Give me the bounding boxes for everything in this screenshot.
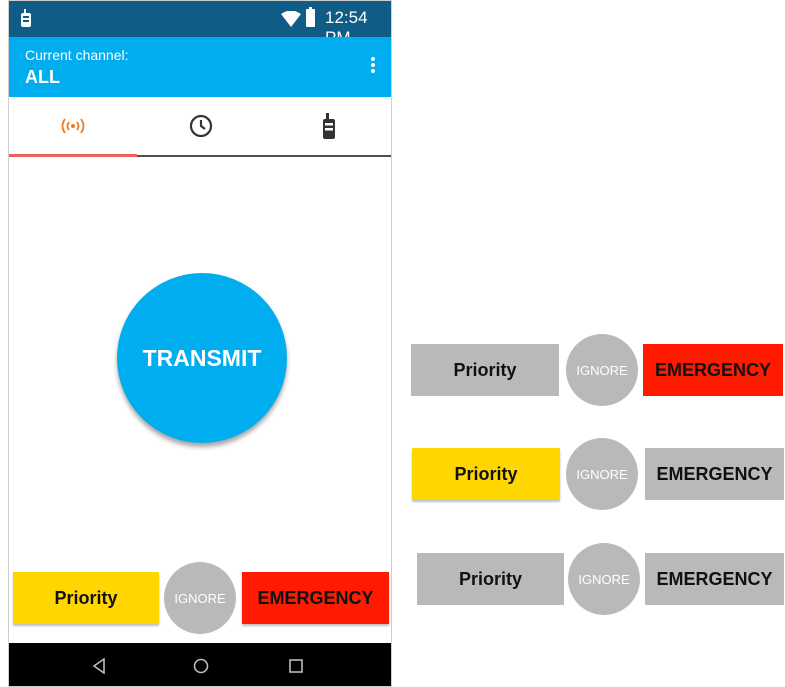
radio-device-icon: [21, 9, 31, 27]
nav-recents-button[interactable]: [266, 643, 326, 686]
tab-broadcast[interactable]: [9, 97, 137, 157]
more-vert-icon[interactable]: [369, 55, 377, 79]
ignore-button[interactable]: IGNORE: [568, 543, 640, 615]
broadcast-icon: [61, 118, 85, 134]
emergency-button[interactable]: EMERGENCY: [645, 448, 784, 500]
emergency-button[interactable]: EMERGENCY: [645, 553, 784, 605]
priority-button[interactable]: Priority: [417, 553, 564, 605]
tab-bar: [9, 97, 391, 157]
current-channel-value: ALL: [25, 67, 60, 87]
battery-icon: [306, 7, 315, 27]
back-icon: [92, 657, 105, 674]
home-icon: [193, 658, 209, 673]
priority-button[interactable]: Priority: [411, 344, 559, 396]
transmit-button[interactable]: TRANSMIT: [117, 273, 287, 443]
phone-screen: 12:54 PM Current channel: ALL: [8, 0, 392, 687]
clock-icon: [189, 114, 213, 138]
priority-button[interactable]: Priority: [13, 572, 159, 624]
tab-history[interactable]: [137, 97, 265, 155]
nav-home-button[interactable]: [171, 643, 231, 686]
emergency-button[interactable]: EMERGENCY: [643, 344, 783, 396]
radio-device-icon: [323, 113, 335, 139]
emergency-button[interactable]: EMERGENCY: [242, 572, 389, 624]
recents-icon: [289, 658, 303, 673]
priority-button[interactable]: Priority: [412, 448, 560, 500]
current-channel-label: Current channel:: [25, 47, 129, 63]
ignore-button[interactable]: IGNORE: [566, 438, 638, 510]
wifi-icon: [281, 11, 301, 27]
app-bar: Current channel: ALL: [9, 37, 391, 97]
navigation-bar: [9, 643, 391, 686]
ignore-button[interactable]: IGNORE: [164, 562, 236, 634]
tab-devices[interactable]: [265, 97, 391, 155]
ignore-button[interactable]: IGNORE: [566, 334, 638, 406]
status-bar: 12:54 PM: [9, 1, 391, 47]
nav-back-button[interactable]: [69, 643, 129, 686]
